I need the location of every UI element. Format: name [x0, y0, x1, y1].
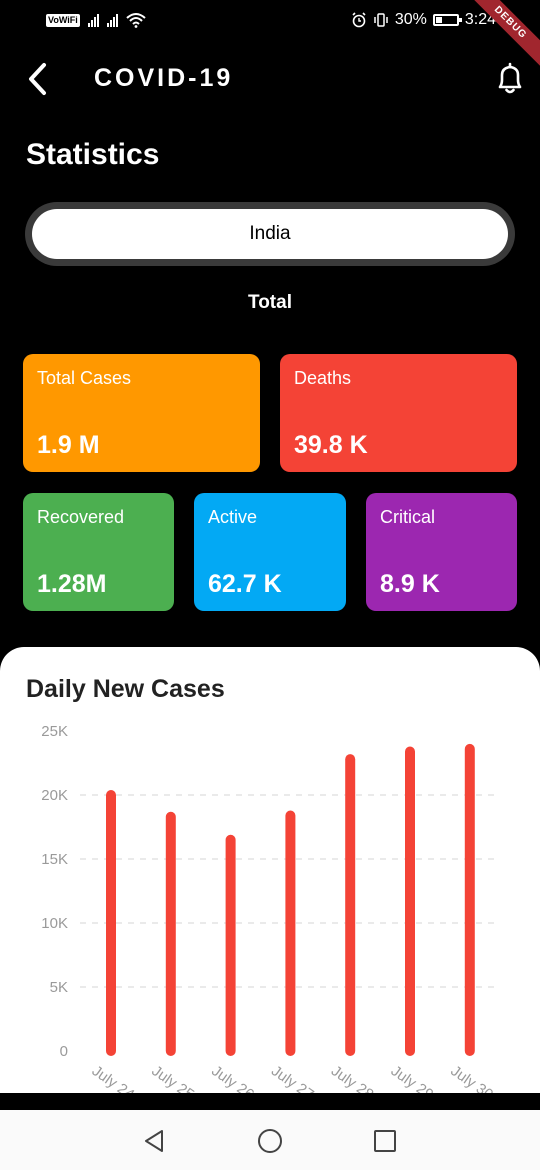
critical-card: Critical 8.9 K	[366, 493, 517, 611]
recovered-label: Recovered	[37, 507, 125, 527]
battery-icon	[432, 14, 462, 26]
country-selector-track: India	[25, 202, 515, 266]
daily-cases-chart: 0 5K 10K 15K 20K 25K July 24 July 25 July 26 July…	[41, 723, 500, 1093]
period-label[interactable]: Total	[0, 292, 540, 314]
app-title: COVID-19	[94, 64, 234, 92]
x-tick-label: July 29	[388, 1062, 437, 1093]
y-tick-label: 20K	[41, 787, 68, 804]
wifi-icon	[126, 13, 146, 28]
square-recents-icon[interactable]	[372, 1128, 398, 1154]
y-tick-label: 5K	[50, 979, 68, 996]
daily-cases-panel: Daily New Cases 0 5K 10K 15K 20K 25K July 24 Ju…	[0, 647, 540, 1093]
status-left: VoWiFi	[46, 12, 146, 28]
triangle-back-icon[interactable]	[140, 1128, 168, 1154]
total-cases-value: 1.9 M	[37, 431, 100, 459]
country-selector[interactable]: India	[32, 209, 508, 259]
recovered-value: 1.28M	[37, 570, 107, 598]
app-bar: COVID-19	[0, 54, 540, 104]
deaths-card: Deaths 39.8 K	[280, 354, 517, 472]
active-value: 62.7 K	[208, 570, 282, 598]
statistics-title: Statistics	[26, 138, 160, 171]
x-tick-label: July 26	[208, 1062, 257, 1093]
back-arrow-icon[interactable]	[22, 60, 54, 98]
battery-fill	[435, 17, 442, 23]
x-tick-label: July 28	[328, 1062, 377, 1093]
deaths-label: Deaths	[294, 368, 352, 388]
x-tick-label: July 27	[268, 1062, 317, 1093]
x-tick-label: July 24	[89, 1062, 138, 1093]
active-label: Active	[208, 507, 258, 527]
y-tick-label: 10K	[41, 915, 68, 932]
y-tick-label: 0	[60, 1043, 68, 1060]
status-bar: VoWiFi 30% 3:24 DEBUG	[0, 0, 540, 72]
bell-icon[interactable]	[494, 62, 526, 96]
deaths-value: 39.8 K	[294, 431, 368, 459]
vowifi-badge: VoWiFi	[46, 13, 80, 27]
critical-label: Critical	[380, 507, 436, 527]
x-tick-label: July 30	[448, 1062, 497, 1093]
signal-icon	[106, 13, 118, 27]
total-cases-card: Total Cases 1.9 M	[23, 354, 260, 472]
critical-value: 8.9 K	[380, 570, 440, 598]
total-cases-label: Total Cases	[37, 368, 132, 388]
active-card: Active 62.7 K	[194, 493, 346, 611]
vibrate-icon	[374, 13, 388, 27]
system-nav-bar	[0, 1110, 540, 1170]
y-tick-label: 25K	[41, 723, 68, 740]
y-tick-label: 15K	[41, 851, 68, 868]
x-tick-label: July 25	[149, 1062, 198, 1093]
bottom-divider	[0, 1093, 540, 1110]
signal-icon	[87, 13, 99, 27]
battery-percent: 30%	[394, 11, 427, 28]
recovered-card: Recovered 1.28M	[23, 493, 174, 611]
alarm-icon	[352, 12, 366, 28]
circle-home-icon[interactable]	[256, 1127, 284, 1155]
status-right: 30% 3:24	[351, 11, 496, 29]
